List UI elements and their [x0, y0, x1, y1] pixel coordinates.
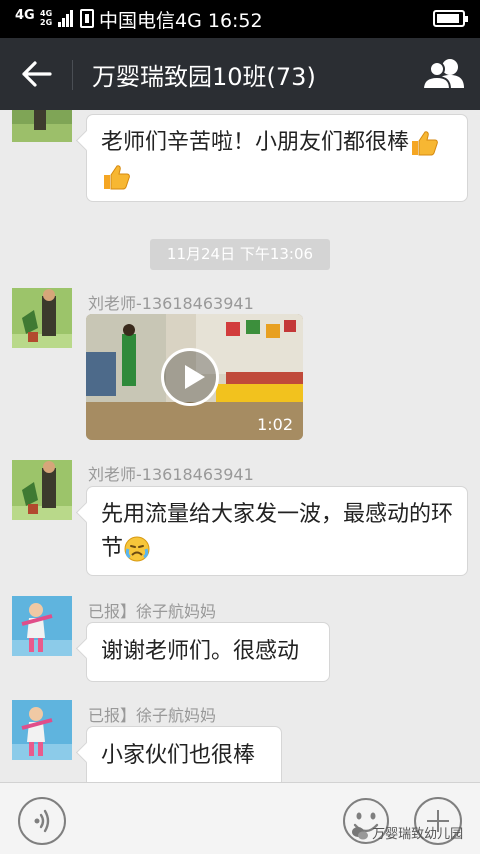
- title-divider: [72, 60, 73, 90]
- sender-name: 刘老师-13618463941: [88, 465, 254, 484]
- sim-card-icon: [80, 9, 94, 28]
- title-bar: 万婴瑞致园10班(73): [0, 38, 480, 110]
- avatar-image: [12, 460, 72, 520]
- avatar-prev-sender[interactable]: [12, 110, 72, 142]
- play-icon[interactable]: [161, 348, 219, 406]
- chat-area[interactable]: 老师们辛苦啦！小朋友们都很棒 11月24日 下午13:06 刘老师-136184…: [0, 110, 480, 782]
- thumbs-up-icon: [104, 165, 130, 190]
- message-timestamp: 11月24日 下午13:06: [150, 239, 330, 270]
- message-bubble[interactable]: 谢谢老师们。很感动: [86, 622, 330, 682]
- back-arrow-icon: [22, 61, 52, 87]
- sender-name: 刘老师-13618463941: [88, 294, 254, 313]
- avatar-teacher-liu[interactable]: [12, 288, 72, 348]
- video-duration: 1:02: [257, 415, 293, 434]
- message-text: 老师们辛苦啦！小朋友们都很棒: [101, 130, 410, 155]
- avatar-image: [12, 700, 72, 760]
- group-members-icon: [421, 59, 464, 90]
- avatar-image: [12, 288, 72, 348]
- chat-title: 万婴瑞致园10班(73): [92, 63, 316, 91]
- sender-name: 已报】徐子航妈妈: [88, 706, 217, 725]
- battery-icon: [433, 10, 468, 27]
- message-text: 谢谢老师们。很感动: [101, 639, 300, 664]
- avatar-image: [12, 596, 72, 656]
- network-secondary: 4G 2G: [40, 9, 53, 27]
- voice-icon: [34, 809, 50, 833]
- group-info-button[interactable]: [420, 54, 468, 94]
- input-bar: 万婴瑞致幼儿园: [0, 782, 480, 854]
- status-bar: 4G 4G 2G 中国电信4G 16:52: [0, 0, 480, 38]
- voice-button[interactable]: [18, 797, 66, 845]
- video-message[interactable]: 1:02: [86, 314, 303, 440]
- message-bubble[interactable]: 老师们辛苦啦！小朋友们都很棒: [86, 114, 468, 202]
- avatar-teacher-liu[interactable]: [12, 460, 72, 520]
- avatar-image: [12, 110, 72, 142]
- back-button[interactable]: [14, 54, 58, 94]
- signal-icon: [58, 9, 74, 27]
- message-bubble[interactable]: 先用流量给大家发一波，最感动的环节: [86, 486, 468, 576]
- avatar-xu-mom[interactable]: [12, 596, 72, 656]
- avatar-xu-mom[interactable]: [12, 700, 72, 760]
- message-text: 先用流量给大家发一波，最感动的环节: [101, 502, 454, 561]
- message-bubble[interactable]: 小家伙们也很棒: [86, 726, 282, 782]
- thumbs-up-icon: [412, 131, 438, 156]
- watermark-text: 万婴瑞致幼儿园: [372, 827, 464, 842]
- crying-face-icon: [124, 536, 150, 562]
- carrier-time: 中国电信4G 16:52: [99, 10, 263, 32]
- network-type: 4G: [15, 8, 35, 23]
- wechat-icon: [352, 827, 368, 840]
- watermark: 万婴瑞致幼儿园: [352, 823, 463, 842]
- sender-name: 已报】徐子航妈妈: [88, 602, 217, 621]
- message-text: 小家伙们也很棒: [101, 743, 256, 768]
